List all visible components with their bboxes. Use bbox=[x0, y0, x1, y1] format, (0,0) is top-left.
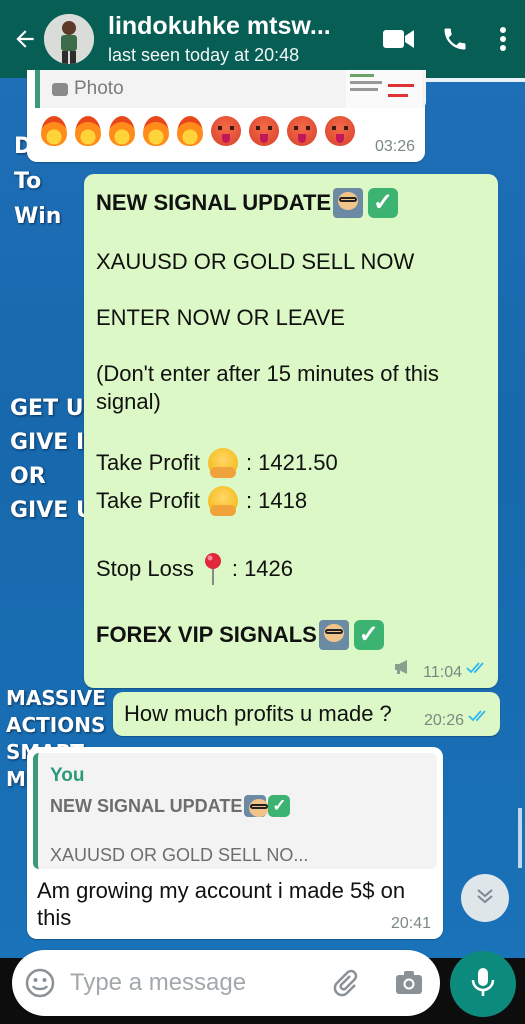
contact-avatar[interactable] bbox=[44, 14, 94, 64]
hot-face-emoji-icon bbox=[249, 116, 279, 146]
voice-record-button[interactable] bbox=[450, 951, 516, 1017]
wallpaper-text: GIVE U bbox=[10, 498, 94, 523]
message-bubble-incoming[interactable]: Photo 03:26 bbox=[27, 70, 426, 162]
pushpin-emoji-icon bbox=[202, 552, 224, 586]
technologist-emoji-icon bbox=[318, 620, 349, 650]
attachment-icon[interactable] bbox=[330, 968, 360, 1003]
technologist-emoji-icon bbox=[333, 188, 364, 218]
emoji-icon[interactable] bbox=[24, 967, 56, 1004]
take-profit-value: : 1418 bbox=[245, 488, 308, 513]
hugging-face-emoji-icon bbox=[207, 448, 238, 478]
camera-icon bbox=[52, 82, 68, 96]
quote-title: NEW SIGNAL UPDATE bbox=[50, 795, 243, 816]
read-receipt-icon bbox=[466, 661, 488, 679]
hugging-face-emoji-icon bbox=[207, 486, 238, 516]
take-profit-row: Take Profit : 1418 bbox=[96, 486, 307, 516]
double-chevron-down-icon bbox=[475, 887, 495, 910]
wallpaper-text: MASSIVE bbox=[6, 686, 106, 710]
message-text-line2: this bbox=[37, 905, 72, 930]
wallpaper-text: Win bbox=[14, 204, 62, 229]
message-time: 03:26 bbox=[374, 138, 415, 155]
signal-footer: FOREX VIP SIGNALS ✓ bbox=[96, 620, 384, 650]
stop-loss-value: : 1426 bbox=[231, 556, 294, 581]
check-mark-emoji-icon: ✓ bbox=[353, 620, 384, 650]
chat-header: lindokuhke mtsw... last seen today at 20… bbox=[0, 0, 525, 78]
wallpaper-text: To bbox=[14, 169, 42, 194]
contact-info[interactable]: lindokuhke mtsw... last seen today at 20… bbox=[108, 12, 379, 66]
fire-emoji-icon bbox=[143, 116, 169, 146]
quote-snippet: XAUUSD OR GOLD SELL NO... bbox=[50, 845, 309, 865]
contact-name: lindokuhke mtsw... bbox=[108, 12, 331, 40]
fire-emoji-icon bbox=[177, 116, 203, 146]
quote-author: You bbox=[50, 765, 85, 786]
last-seen-status: last seen today at 20:48 bbox=[108, 45, 300, 65]
signal-title: NEW SIGNAL UPDATE bbox=[96, 190, 332, 215]
read-receipt-icon bbox=[468, 709, 490, 727]
fire-emoji-icon bbox=[109, 116, 135, 146]
wallpaper-text: M bbox=[6, 767, 26, 791]
scroll-to-bottom-button[interactable] bbox=[461, 874, 509, 922]
stop-loss-label: Stop Loss bbox=[96, 556, 194, 581]
signal-warning-line2: signal) bbox=[96, 389, 161, 414]
message-time: 20:41 bbox=[390, 915, 431, 932]
quoted-message[interactable]: You NEW SIGNAL UPDATE ✓ XAUUSD OR GOLD S… bbox=[33, 753, 437, 869]
take-profit-label: Take Profit bbox=[96, 488, 200, 513]
microphone-icon bbox=[470, 966, 496, 1003]
quote-photo-label: Photo bbox=[74, 78, 124, 99]
quoted-photo-thumbnail bbox=[346, 70, 422, 108]
more-options-icon[interactable] bbox=[491, 19, 515, 59]
quoted-message[interactable]: Photo bbox=[35, 70, 426, 108]
message-text: How much profits u made ? bbox=[124, 701, 392, 726]
back-arrow-icon[interactable] bbox=[8, 22, 42, 56]
message-bubble-outgoing[interactable]: How much profits u made ? 20:26 bbox=[113, 692, 500, 736]
take-profit-label: Take Profit bbox=[96, 450, 200, 475]
camera-icon[interactable] bbox=[394, 968, 424, 1003]
hot-face-emoji-icon bbox=[211, 116, 241, 146]
forwarded-megaphone-icon bbox=[394, 659, 412, 680]
message-input[interactable]: Type a message bbox=[70, 969, 246, 997]
quote-title-row: NEW SIGNAL UPDATE ✓ bbox=[50, 795, 291, 817]
check-mark-emoji-icon: ✓ bbox=[368, 188, 399, 218]
check-mark-emoji-icon: ✓ bbox=[268, 795, 291, 817]
message-composer: Type a message bbox=[12, 950, 440, 1016]
message-text-line1: Am growing my account i made 5$ on bbox=[37, 878, 406, 903]
signal-instrument: XAUUSD OR GOLD SELL NOW bbox=[96, 249, 415, 274]
wallpaper-text: ACTIONS bbox=[6, 713, 106, 737]
fire-emoji-icon bbox=[75, 116, 101, 146]
message-bubble-incoming[interactable]: You NEW SIGNAL UPDATE ✓ XAUUSD OR GOLD S… bbox=[27, 747, 443, 939]
signal-instruction: ENTER NOW OR LEAVE bbox=[96, 305, 345, 330]
stop-loss-row: Stop Loss : 1426 bbox=[96, 552, 293, 586]
video-call-icon[interactable] bbox=[379, 19, 419, 59]
message-time: 20:26 bbox=[423, 712, 464, 729]
signal-heading: NEW SIGNAL UPDATE ✓ bbox=[96, 188, 399, 218]
signal-warning-line1: (Don't enter after 15 minutes of this bbox=[96, 361, 439, 386]
technologist-emoji-icon bbox=[244, 795, 270, 817]
hot-face-emoji-icon bbox=[287, 116, 317, 146]
signal-footer-text: FOREX VIP SIGNALS bbox=[96, 622, 317, 647]
fire-emoji-icon bbox=[41, 116, 67, 146]
voice-call-icon[interactable] bbox=[435, 19, 475, 59]
message-bubble-outgoing[interactable]: NEW SIGNAL UPDATE ✓ XAUUSD OR GOLD SELL … bbox=[84, 174, 498, 688]
take-profit-row: Take Profit : 1421.50 bbox=[96, 448, 338, 478]
take-profit-value: : 1421.50 bbox=[245, 450, 338, 475]
hot-face-emoji-icon bbox=[325, 116, 355, 146]
emoji-row bbox=[41, 116, 355, 146]
wallpaper-text: OR bbox=[10, 464, 46, 489]
message-time: 11:04 bbox=[423, 664, 462, 681]
